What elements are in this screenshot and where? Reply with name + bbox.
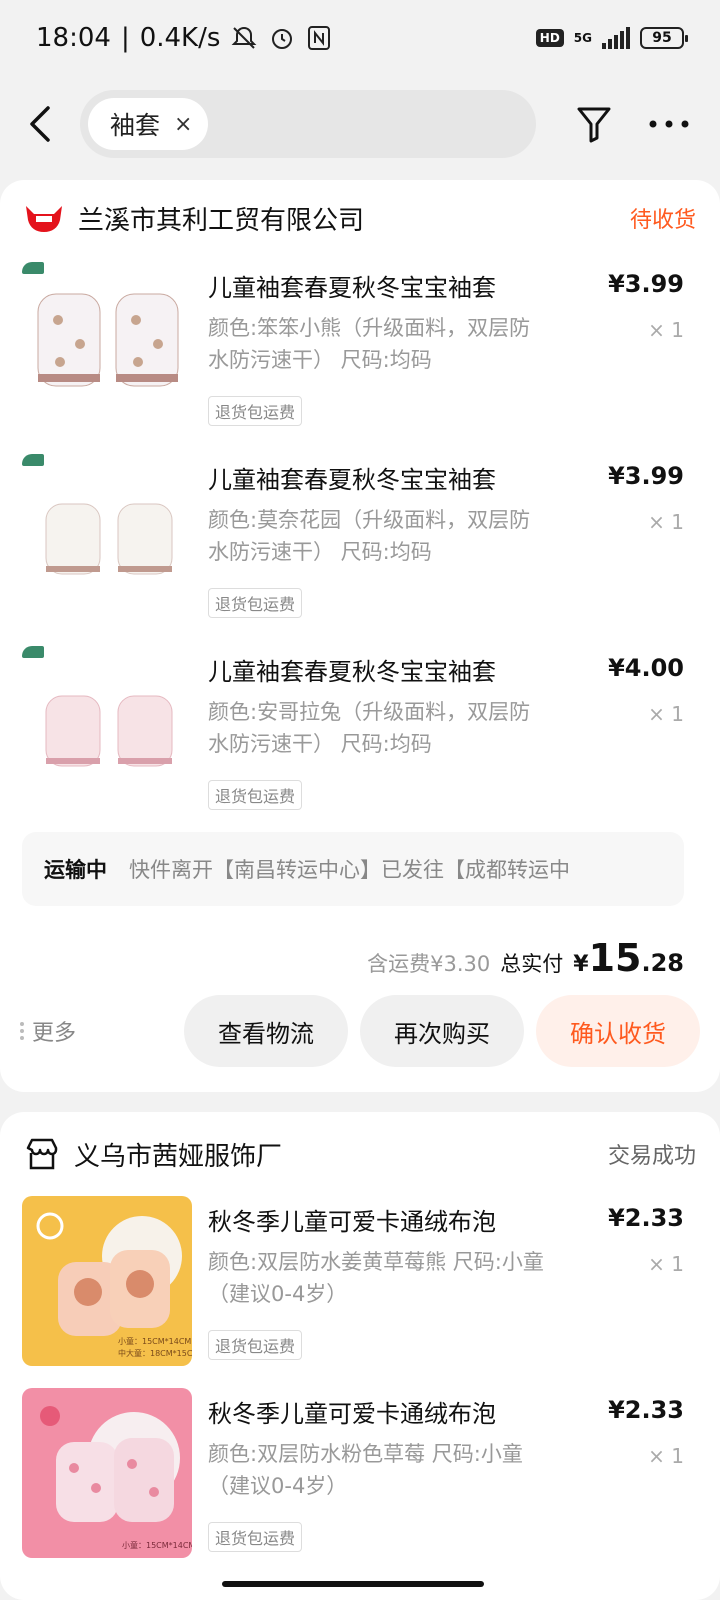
home-indicator[interactable] (222, 1581, 484, 1587)
search-header: 袖套 × (0, 76, 720, 172)
product-image[interactable] (22, 454, 192, 624)
product-qty: × 1 (648, 1252, 684, 1276)
size-note-1: 小童：15CM*14CM (118, 1336, 191, 1346)
return-shipping-badge: 退货包运费 (208, 396, 303, 426)
order-card[interactable]: 义乌市茜娅服饰厂 交易成功 小童：15CM*14CM 中大童：18CM*15CM… (0, 1112, 720, 1600)
product-qty: × 1 (648, 702, 684, 726)
mute-icon (232, 26, 257, 49)
status-time: 18:04 (36, 23, 111, 53)
shop-header[interactable]: 兰溪市其利工贸有限公司 待收货 (0, 180, 720, 256)
battery-icon: 95 (640, 27, 688, 49)
product-sku: 颜色:双层防水粉色草莓 尺码:小童（建议0-4岁） (208, 1442, 523, 1498)
product-image[interactable]: 小童：15CM*14CM 中大童：18CM*15CM (22, 1196, 192, 1366)
back-button[interactable] (20, 94, 60, 154)
confirm-receipt-button[interactable]: 确认收货 (536, 995, 700, 1067)
order-item[interactable]: 小童：15CM*14CM 中大童：18CM*15CM 秋冬季儿童可爱卡通绒布泡 … (0, 1196, 720, 1366)
search-keyword: 袖套 (110, 111, 161, 140)
alarm-icon (272, 29, 293, 49)
product-qty: × 1 (648, 318, 684, 342)
order-card[interactable]: 兰溪市其利工贸有限公司 待收货 儿童袖套春夏秋冬宝宝袖套 颜色:笨笨小熊（升级面… (0, 180, 720, 1092)
more-label: 更多 (32, 1021, 77, 1046)
order-item[interactable]: 儿童袖套春夏秋冬宝宝袖套 颜色:笨笨小熊（升级面料，双层防水防污速干） 尺码:均… (0, 262, 720, 432)
return-shipping-badge: 退货包运费 (208, 1330, 303, 1360)
product-title: 儿童袖套春夏秋冬宝宝袖套 (208, 658, 496, 686)
product-sku: 颜色:笨笨小熊（升级面料，双层防水防污速干） 尺码:均码 (208, 316, 531, 372)
order-item[interactable]: 儿童袖套春夏秋冬宝宝袖套 颜色:安哥拉兔（升级面料，双层防水防污速干） 尺码:均… (0, 646, 720, 816)
order-actions: 更多 查看物流 再次购买 确认收货 (0, 994, 720, 1068)
return-shipping-badge: 退货包运费 (208, 588, 303, 618)
order-status: 待收货 (629, 208, 696, 233)
product-sku: 颜色:双层防水姜黄草莓熊 尺码:小童（建议0-4岁） (208, 1250, 544, 1306)
product-sku: 颜色:安哥拉兔（升级面料，双层防水防污速干） 尺码:均码 (208, 700, 531, 756)
product-price: ¥3.99 (608, 270, 684, 298)
logistics-label: 运输中 (44, 858, 107, 882)
product-price: ¥3.99 (608, 462, 684, 490)
product-title: 秋冬季儿童可爱卡通绒布泡 (208, 1400, 496, 1428)
view-logistics-button[interactable]: 查看物流 (184, 995, 348, 1067)
return-shipping-badge: 退货包运费 (208, 780, 303, 810)
return-shipping-badge: 退货包运费 (208, 1522, 303, 1552)
network-label: 5G (573, 31, 592, 45)
product-image-art (22, 454, 173, 575)
product-sku: 颜色:莫奈花园（升级面料，双层防水防污速干） 尺码:均码 (208, 508, 531, 564)
logistics-text: 快件离开【南昌转运中心】已发往【成都转运中 (129, 858, 570, 882)
product-title: 儿童袖套春夏秋冬宝宝袖套 (208, 466, 496, 494)
logistics-status-bar[interactable]: 运输中 快件离开【南昌转运中心】已发往【成都转运中 (22, 832, 684, 906)
tmall-cat-logo-icon (26, 206, 62, 232)
product-image-art: 小童：15CM*14CM 中大童：18CM*15CM (36, 1212, 192, 1358)
total-integer: 15 (588, 936, 642, 980)
status-divider: | (120, 23, 130, 53)
product-price: ¥2.33 (608, 1204, 684, 1232)
shop-name: 义乌市茜娅服饰厂 (74, 1141, 283, 1172)
filter-icon[interactable] (576, 104, 612, 144)
shipping-fee: 含运费¥3.30 (367, 952, 491, 976)
buy-again-button[interactable]: 再次购买 (360, 995, 524, 1067)
shop-header[interactable]: 义乌市茜娅服饰厂 交易成功 (0, 1112, 720, 1196)
total-label: 总实付 (500, 952, 564, 976)
product-image-art (22, 262, 179, 387)
search-input[interactable]: 袖套 × (80, 90, 536, 158)
size-note-2: 中大童：18CM*15CM (118, 1348, 192, 1358)
more-button[interactable]: 更多 (20, 1015, 76, 1047)
store-icon (26, 1138, 58, 1170)
more-horizontal-icon[interactable] (648, 119, 690, 129)
status-bar: 18:04 | 0.4K/s HD 5G 95 (0, 0, 720, 76)
signal-icon (602, 27, 630, 49)
order-item[interactable]: 小童：15CM*14CM 秋冬季儿童可爱卡通绒布泡 颜色:双层防水粉色草莓 尺码… (0, 1388, 720, 1558)
total-decimal: .28 (641, 949, 684, 977)
order-item[interactable]: 儿童袖套春夏秋冬宝宝袖套 颜色:莫奈花园（升级面料，双层防水防污速干） 尺码:均… (0, 454, 720, 624)
battery-level: 95 (652, 30, 672, 46)
nfc-icon (308, 26, 331, 50)
total-amount: ¥15.28 (573, 936, 684, 980)
vertical-dots-icon (20, 1022, 24, 1040)
size-note-1: 小童：15CM*14CM (122, 1540, 192, 1550)
product-image-art (22, 646, 173, 767)
product-qty: × 1 (648, 510, 684, 534)
order-total: 含运费¥3.30 总实付 ¥15.28 (367, 936, 684, 980)
status-speed: 0.4K/s (139, 23, 221, 53)
product-image[interactable] (22, 646, 192, 816)
product-image-art: 小童：15CM*14CM (40, 1406, 192, 1550)
close-icon[interactable]: × (174, 112, 192, 137)
product-image[interactable]: 小童：15CM*14CM (22, 1388, 192, 1558)
hd-badge: HD (535, 29, 564, 47)
product-title: 儿童袖套春夏秋冬宝宝袖套 (208, 274, 496, 302)
search-keyword-chip[interactable]: 袖套 × (88, 98, 209, 150)
product-image[interactable] (22, 262, 192, 432)
order-status: 交易成功 (607, 1144, 696, 1169)
product-price: ¥4.00 (608, 654, 684, 682)
chevron-left-icon (30, 106, 50, 142)
shop-name: 兰溪市其利工贸有限公司 (78, 205, 365, 236)
total-currency: ¥ (573, 952, 589, 977)
product-title: 秋冬季儿童可爱卡通绒布泡 (208, 1208, 496, 1236)
product-price: ¥2.33 (608, 1396, 684, 1424)
product-qty: × 1 (648, 1444, 684, 1468)
